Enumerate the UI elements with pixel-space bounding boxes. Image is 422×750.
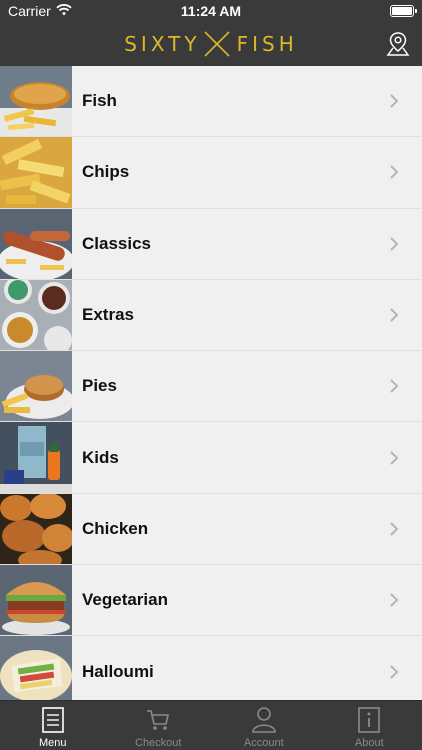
chips-thumbnail [0,137,72,208]
menu-item-fish[interactable]: Fish [0,66,422,138]
status-bar: Carrier 11:24 AM [0,0,422,22]
tab-label: Account [243,737,284,749]
menu-item-extras[interactable]: Extras [0,279,422,352]
nav-bar: SIXTY FISH [0,22,422,66]
tab-label: Checkout [135,737,182,749]
battery-icon [390,5,417,17]
menu-item-label: Kids [82,447,119,467]
logo-word-left: SIXTY [124,32,201,56]
menu-item-label: Chicken [82,518,149,538]
menu-item-label: Vegetarian [82,590,168,610]
logo-cross-icon [204,31,230,57]
halloumi-wrap-thumbnail [0,636,72,700]
pie-thumbnail [0,351,72,422]
brand-logo: SIXTY FISH [0,30,422,58]
chevron-right-icon [384,450,404,466]
sauce-pots-thumbnail [0,279,72,351]
tab-checkout[interactable]: Checkout [106,701,212,750]
menu-item-classics[interactable]: Classics [0,208,422,280]
tab-account[interactable]: Account [211,701,317,750]
menu-item-label: Pies [82,376,117,396]
chevron-right-icon [384,236,404,252]
menu-list: Fish Chips Classics Extras Pies Kids Chi… [0,66,422,700]
menu-item-pies[interactable]: Pies [0,351,422,423]
menu-item-label: Chips [82,162,130,182]
menu-item-label: Classics [82,233,151,253]
tab-bar: Menu Checkout Account About [0,700,422,750]
tab-label: Menu [38,737,67,749]
logo-word-right: FISH [236,32,298,56]
tab-about[interactable]: About [317,701,422,750]
info-icon [357,706,381,734]
tab-label: About [354,737,384,749]
chevron-right-icon [384,378,404,394]
fish-and-chips-thumbnail [0,66,72,137]
menu-item-chicken[interactable]: Chicken [0,493,422,566]
chevron-right-icon [384,164,404,180]
menu-item-halloumi[interactable]: Halloumi [0,636,422,700]
menu-item-vegetarian[interactable]: Vegetarian [0,565,422,637]
map-pin-button[interactable] [384,30,412,58]
menu-item-kids[interactable]: Kids [0,422,422,494]
chevron-right-icon [384,521,404,537]
kids-meal-thumbnail [0,422,72,493]
chevron-right-icon [384,93,404,109]
chevron-right-icon [384,664,404,680]
status-time: 11:24 AM [180,3,242,19]
tab-menu[interactable]: Menu [0,701,106,750]
user-icon [251,706,277,734]
map-pin-icon [386,32,410,56]
menu-item-label: Extras [82,305,134,325]
menu-item-chips[interactable]: Chips [0,137,422,209]
menu-item-label: Halloumi [82,661,154,681]
fried-chicken-thumbnail [0,493,72,565]
menu-list-icon [41,706,65,734]
chevron-right-icon [384,307,404,323]
menu-item-label: Fish [82,91,117,111]
veggie-burger-thumbnail [0,565,72,636]
sausage-thumbnail [0,208,72,279]
cart-icon [145,706,171,734]
chevron-right-icon [384,592,404,608]
